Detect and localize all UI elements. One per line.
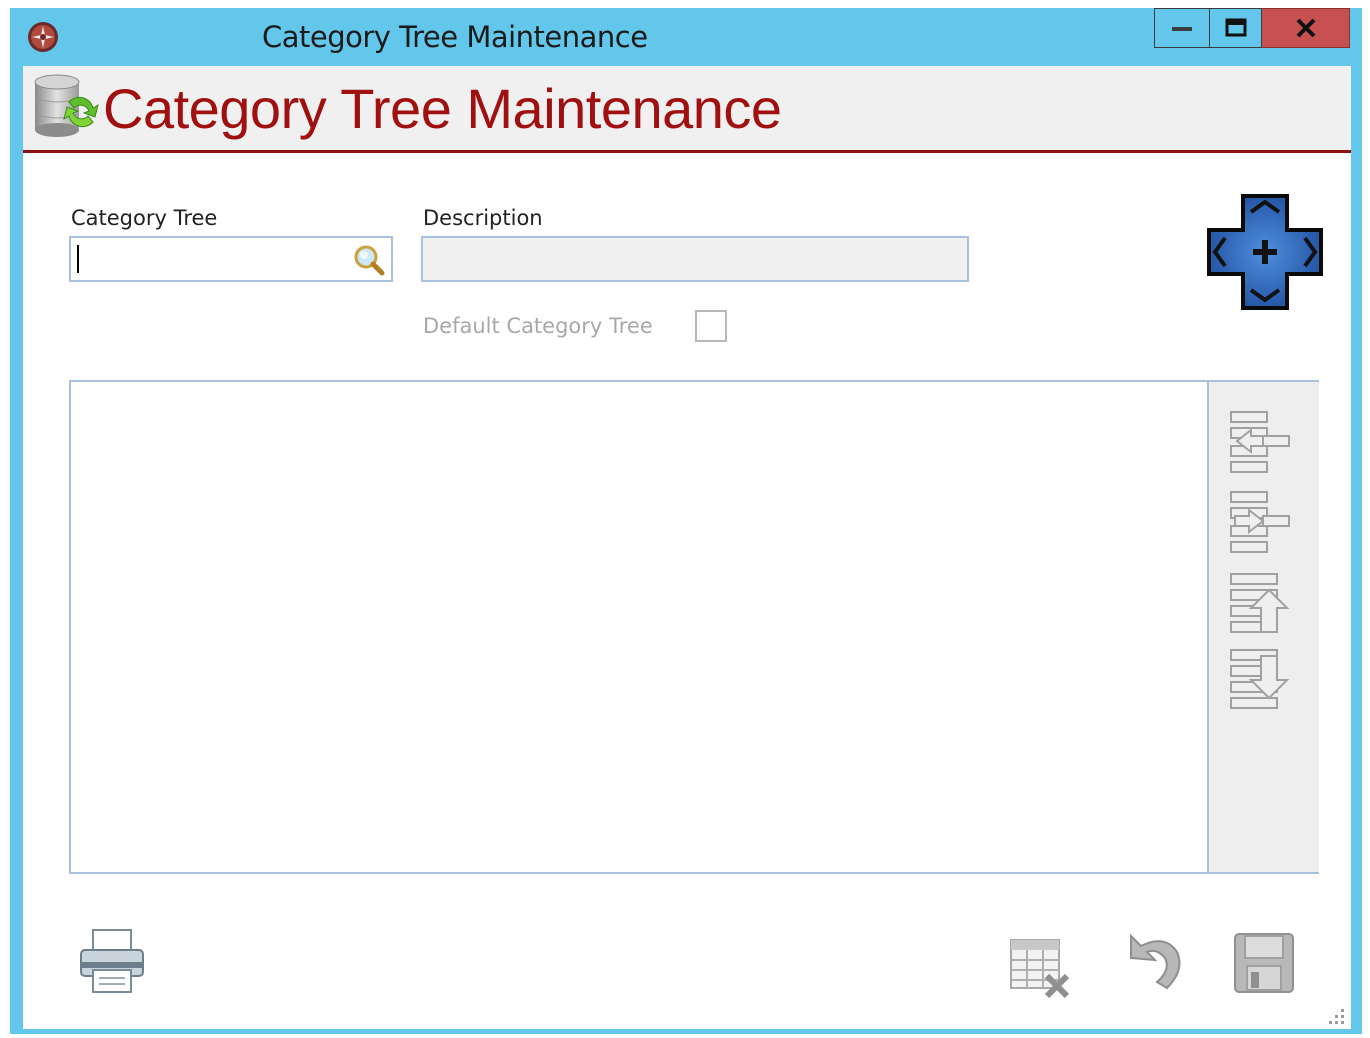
category-tree-input[interactable] — [69, 236, 393, 282]
record-navigation-icon[interactable] — [1207, 194, 1323, 310]
default-category-tree-label: Default Category Tree — [423, 314, 653, 338]
delete-icon[interactable] — [1007, 934, 1073, 1000]
description-field[interactable] — [421, 236, 969, 282]
window-title: Category Tree Maintenance — [262, 20, 648, 54]
page-title: Category Tree Maintenance — [103, 77, 782, 140]
move-left-icon[interactable] — [1223, 406, 1295, 478]
close-button[interactable] — [1262, 8, 1350, 48]
category-tree-panel — [69, 380, 1319, 874]
header-banner: Category Tree Maintenance — [23, 66, 1351, 153]
save-icon[interactable] — [1231, 930, 1297, 996]
move-down-icon[interactable] — [1223, 646, 1295, 718]
category-tree-label: Category Tree — [71, 206, 218, 230]
print-icon[interactable] — [77, 926, 147, 996]
database-refresh-icon — [34, 74, 99, 137]
title-bar[interactable]: Category Tree Maintenance — [10, 8, 1362, 66]
app-logo-icon[interactable] — [26, 20, 60, 54]
maximize-button[interactable] — [1210, 8, 1262, 48]
client-area: Category Tree Maintenance Category Tree … — [23, 66, 1351, 1029]
move-up-icon[interactable] — [1223, 570, 1295, 642]
resize-grip-icon[interactable] — [1325, 1005, 1347, 1027]
close-icon — [1296, 18, 1315, 38]
maximize-icon — [1225, 18, 1246, 37]
app-window: Category Tree Maintenance Category Tree … — [10, 8, 1362, 1034]
category-tree-view[interactable] — [71, 382, 1207, 872]
minimize-button[interactable] — [1154, 8, 1210, 48]
move-right-icon[interactable] — [1223, 486, 1295, 558]
text-caret — [77, 245, 79, 273]
search-icon[interactable] — [353, 244, 385, 276]
minimize-icon — [1172, 27, 1192, 31]
tree-tools-bar — [1207, 382, 1319, 872]
undo-icon[interactable] — [1123, 930, 1189, 996]
default-category-tree-checkbox[interactable] — [695, 310, 727, 342]
description-label: Description — [423, 206, 543, 230]
